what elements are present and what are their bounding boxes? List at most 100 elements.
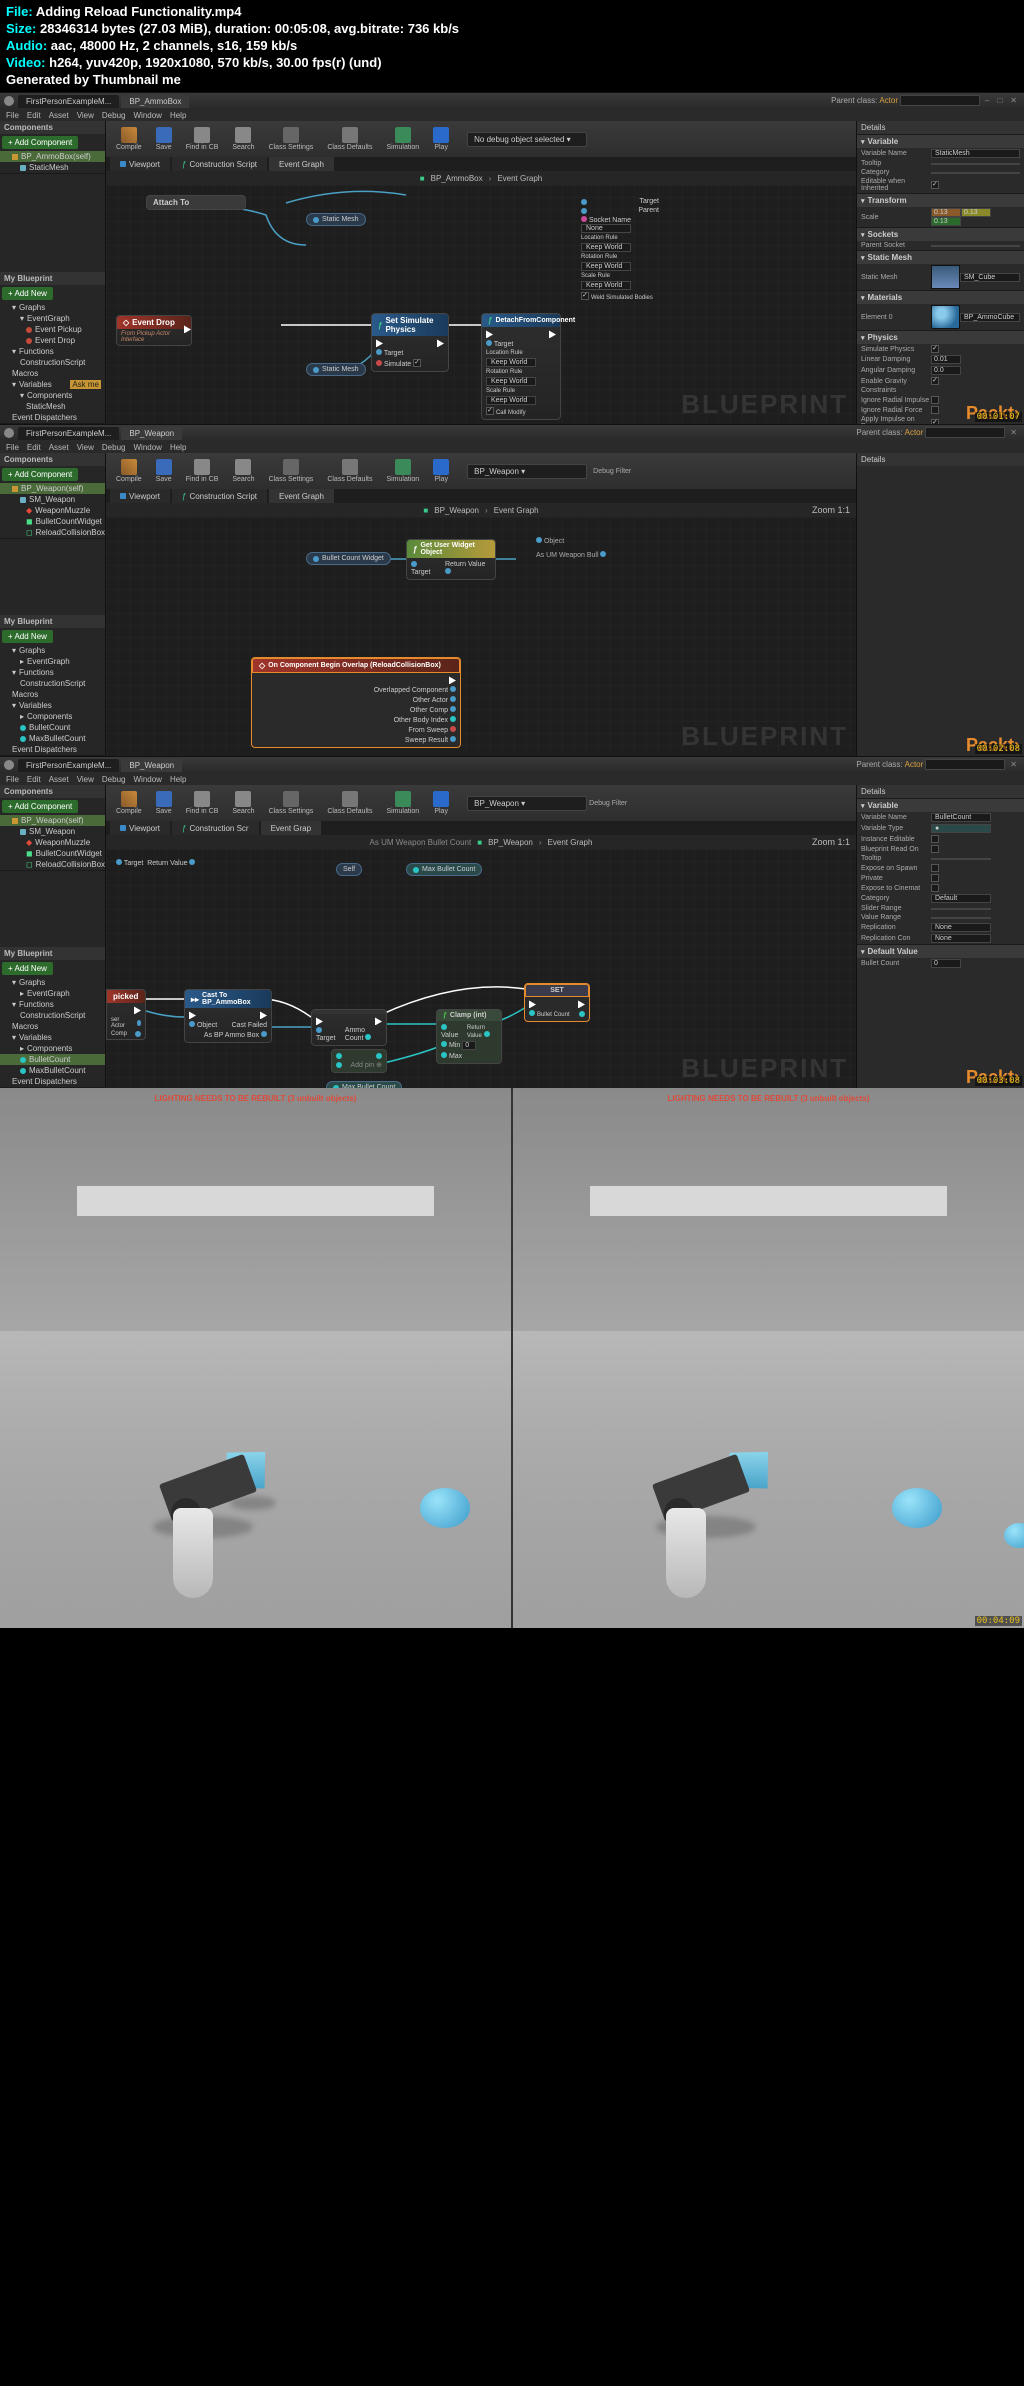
macros-group[interactable]: Macros [0, 368, 105, 379]
class-defaults-button[interactable]: Class Defaults [321, 125, 378, 153]
class-settings-button[interactable]: Class Settings [263, 125, 320, 153]
get-user-widget-node[interactable]: ƒGet User Widget Object TargetReturn Val… [406, 539, 496, 580]
functions-group[interactable]: ▾Functions [0, 346, 105, 357]
bullet-count-widget-var[interactable]: Bullet Count Widget [306, 552, 391, 565]
graph-item[interactable]: Event Drop [0, 335, 105, 346]
static-mesh-var-node[interactable]: Static Mesh [306, 363, 366, 376]
debug-object-select[interactable]: No debug object selected ▾ [467, 132, 587, 147]
unreal-icon [4, 760, 14, 770]
vr-right-eye: LIGHTING NEEDS TO BE REBUILT (3 unbuilt … [511, 1088, 1024, 1628]
menu-window[interactable]: Window [133, 111, 161, 120]
add-component-button[interactable]: + Add Component [2, 468, 78, 481]
add-node[interactable]: Add pin ⊕ [331, 1049, 387, 1073]
title-bar: FirstPersonExampleM... BP_AmmoBox Parent… [0, 93, 1024, 109]
component-root[interactable]: BP_AmmoBox(self) [0, 151, 105, 162]
set-node[interactable]: SET Bullet Count [524, 983, 590, 1022]
compile-button[interactable]: Compile [110, 457, 148, 485]
menu-help[interactable]: Help [170, 111, 186, 120]
simulation-button[interactable]: Simulation [380, 125, 425, 153]
vr-preview: LIGHTING NEEDS TO BE REBUILT (3 unbuilt … [0, 1088, 1024, 1628]
exec-pin[interactable] [184, 325, 191, 335]
toolbar: Compile Save Find in CB Search Class Set… [106, 121, 856, 157]
tab-construction[interactable]: ƒConstruction Script [172, 157, 267, 171]
editor-panel-2: FirstPersonExampleM... BP_Weapon Parent … [0, 424, 1024, 756]
dispatchers-group[interactable]: Event Dispatchers [0, 412, 105, 423]
components-header: Components [0, 121, 105, 134]
graph-item[interactable]: Event Pickup [0, 324, 105, 335]
component-var[interactable]: StaticMesh [0, 401, 105, 412]
maximize-icon[interactable]: □ [994, 96, 1005, 105]
window-tab[interactable]: BP_Weapon [121, 427, 182, 440]
blueprint-watermark: BLUEPRINT [681, 389, 848, 420]
clamp-node[interactable]: ƒClamp (int) ValueReturn Value Min 0 Max [436, 1009, 502, 1064]
variables-group[interactable]: ▾Variables Ask me [0, 379, 105, 390]
vr-hand [646, 1438, 726, 1598]
menu-debug[interactable]: Debug [102, 111, 126, 120]
picked-node[interactable]: picked ser Actor Comp [106, 989, 146, 1040]
attach-node[interactable]: Attach To [146, 195, 246, 210]
component-item[interactable]: StaticMesh [0, 162, 105, 173]
save-button[interactable]: Save [150, 125, 178, 153]
mesh-thumbnail[interactable] [931, 265, 960, 289]
menu-file[interactable]: File [6, 111, 19, 120]
search-input[interactable] [900, 95, 980, 106]
cast-node[interactable]: ▸▸Cast To BP_AmmoBox ObjectCast Failed A… [184, 989, 272, 1043]
menu-asset[interactable]: Asset [49, 111, 69, 120]
minimize-icon[interactable]: – [982, 96, 992, 105]
menu-view[interactable]: View [77, 111, 94, 120]
close-icon[interactable]: ✕ [1007, 428, 1020, 437]
play-button[interactable]: Play [427, 125, 455, 153]
fn-node[interactable]: TargetAmmo Count [311, 1009, 387, 1046]
play-button[interactable]: Play [427, 457, 455, 485]
tab-viewport[interactable]: Viewport [110, 157, 170, 171]
window-tab[interactable]: BP_AmmoBox [121, 95, 189, 108]
vr-left-eye: LIGHTING NEEDS TO BE REBUILT (3 unbuilt … [0, 1088, 511, 1628]
max-bullet-var[interactable]: Max Bullet Count [326, 1081, 402, 1088]
window-tab[interactable]: FirstPersonExampleM... [18, 95, 119, 108]
details-tab[interactable]: Details [857, 121, 1024, 134]
function-item[interactable]: ConstructionScript [0, 357, 105, 368]
overlap-event-node[interactable]: ◇On Component Begin Overlap (ReloadColli… [251, 657, 461, 748]
components-sub[interactable]: ▾Components [0, 390, 105, 401]
compile-button[interactable]: Compile [110, 125, 148, 153]
graph-canvas[interactable]: Bullet Count Widget ƒGet User Widget Obj… [106, 517, 856, 756]
search-button[interactable]: Search [226, 125, 260, 153]
right-context-panel: Target Parent Socket Name None Location … [581, 197, 659, 302]
add-new-button[interactable]: + Add New [2, 630, 53, 643]
component-item[interactable]: ◆WeaponMuzzle [0, 505, 105, 516]
graph-canvas[interactable]: Target Return Value Self Max Bullet Coun… [106, 849, 856, 1088]
find-button[interactable]: Find in CB [180, 125, 225, 153]
graph-item[interactable]: ▾EventGraph [0, 313, 105, 324]
menu-edit[interactable]: Edit [27, 111, 41, 120]
add-component-button[interactable]: + Add Component [2, 136, 78, 149]
set-simulate-physics-node[interactable]: ƒSet Simulate Physics Target Simulate [371, 313, 449, 372]
parent-class-link[interactable]: Actor [879, 96, 898, 105]
search-input[interactable] [925, 427, 1005, 438]
graphs-group[interactable]: ▾Graphs [0, 302, 105, 313]
left-sidebar: Components + Add Component BP_AmmoBox(se… [0, 121, 106, 424]
static-mesh-var-node[interactable]: Static Mesh [306, 213, 366, 226]
graph-canvas[interactable]: Attach To Static Mesh ◇Event Drop From P… [106, 185, 856, 424]
title-bar: FirstPersonExampleM... BP_Weapon Parent … [0, 425, 1024, 441]
editor-panel-1: FirstPersonExampleM... BP_AmmoBox Parent… [0, 92, 1024, 424]
component-item[interactable]: ◻ReloadCollisionBox [0, 527, 105, 538]
tab-eventgraph[interactable]: Event Graph [269, 157, 334, 171]
self-var[interactable]: Self [336, 863, 362, 876]
target-pin[interactable]: Target Return Value [116, 859, 195, 867]
timestamp: 00:01:07 [975, 412, 1022, 422]
media-info-header: File: Adding Reload Functionality.mp4 Si… [0, 0, 1024, 92]
close-icon[interactable]: ✕ [1007, 96, 1020, 105]
myblueprint-header: My Blueprint [0, 272, 105, 285]
save-button[interactable]: Save [150, 457, 178, 485]
component-item[interactable]: ◼BulletCountWidget [0, 516, 105, 527]
debug-object-select[interactable]: BP_Weapon ▾ [467, 464, 587, 479]
component-root[interactable]: BP_Weapon(self) [0, 483, 105, 494]
window-tab[interactable]: FirstPersonExampleM... [18, 427, 119, 440]
component-item[interactable]: SM_Weapon [0, 494, 105, 505]
max-bullet-var[interactable]: Max Bullet Count [406, 863, 482, 876]
detach-node[interactable]: ƒDetachFromComponent Target Location Rul… [481, 313, 561, 420]
editor-panel-3: FirstPersonExampleM... BP_Weapon Parent … [0, 756, 1024, 1088]
material-thumbnail[interactable] [931, 305, 960, 329]
add-new-button[interactable]: + Add New [2, 287, 53, 300]
event-drop-node[interactable]: ◇Event Drop From Pickup Actor Interface [116, 315, 192, 346]
